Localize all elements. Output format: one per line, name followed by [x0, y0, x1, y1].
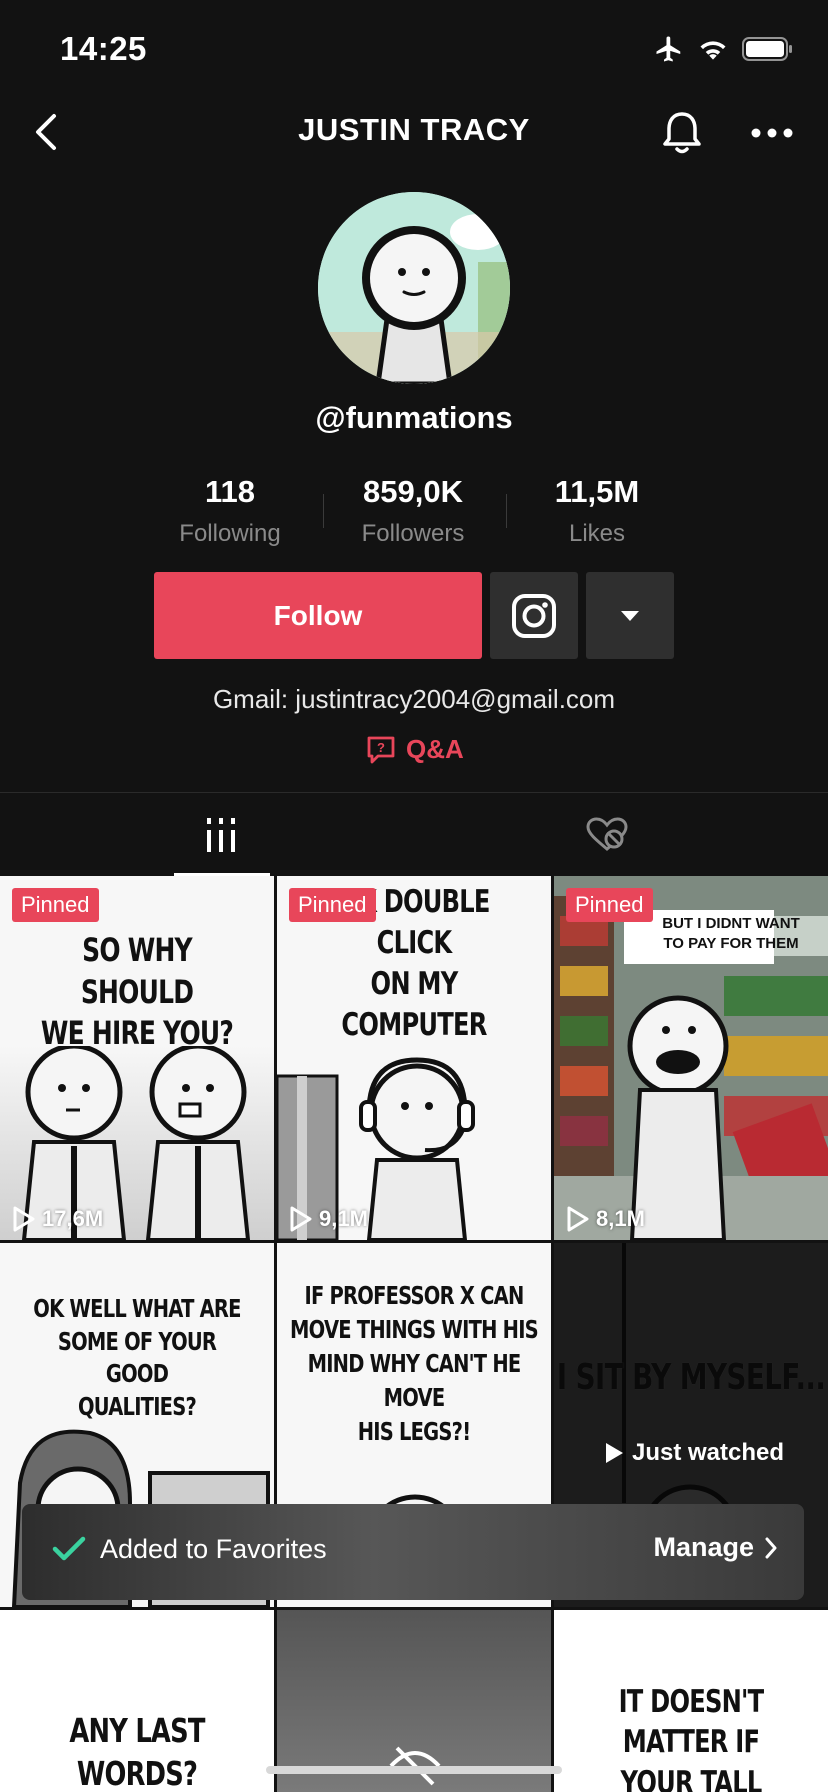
- stat-likes[interactable]: 11,5M Likes: [507, 474, 687, 548]
- video-caption: I SIT BY MYSELF...: [554, 1355, 828, 1402]
- toast-message: Added to Favorites: [100, 1534, 327, 1564]
- qa-icon: ?: [367, 736, 395, 763]
- tab-videos[interactable]: [14, 793, 428, 877]
- play-icon: [290, 1206, 312, 1232]
- username: @funmations: [315, 400, 513, 435]
- instagram-button[interactable]: [490, 572, 578, 659]
- status-icons: [654, 34, 794, 64]
- liked-hidden-icon: [586, 817, 628, 851]
- stat-value: 11,5M: [554, 474, 640, 509]
- caption-line: OK WELL WHAT ARE: [33, 1294, 241, 1323]
- view-count: 8,1M: [566, 1206, 645, 1232]
- pinned-badge: Pinned: [289, 888, 376, 922]
- video-tile[interactable]: ANY LAST WORDS?: [0, 1610, 274, 1792]
- manage-button[interactable]: Manage: [653, 1532, 778, 1563]
- caption-line: IF PROFESSOR X CAN: [304, 1281, 524, 1310]
- status-bar: 14:25: [0, 0, 828, 100]
- video-tile[interactable]: OK DOUBLE CLICK ON MY COMPUTER Pinned 9,…: [277, 876, 551, 1240]
- chevron-right-icon: [765, 1537, 777, 1558]
- caption-line: MOVE THINGS WITH HIS: [290, 1315, 539, 1344]
- view-count: 9,1M: [289, 1206, 368, 1232]
- airplane-icon: [656, 36, 681, 62]
- video-tile[interactable]: BUT I DIDNT WANT TO PAY FOR THEM Pinned …: [554, 876, 828, 1240]
- caption-line: YOUR TALL: [620, 1764, 762, 1792]
- caption-line: SOME OF YOUR GOOD: [57, 1326, 217, 1389]
- view-count-value: 9,1M: [319, 1206, 368, 1231]
- video-caption: IF PROFESSOR X CAN MOVE THINGS WITH HIS …: [288, 1279, 539, 1449]
- view-count: 17,6M: [12, 1206, 103, 1232]
- caption-line: IT DOESN'T: [618, 1684, 765, 1720]
- video-tile[interactable]: IT DOESN'T MATTER IF YOUR TALL: [554, 1610, 828, 1792]
- caret-down-icon: [621, 610, 639, 621]
- caption-line: CLICK: [376, 924, 453, 961]
- bio: Gmail: justintracy2004@gmail.com: [212, 684, 616, 714]
- qa-label: Q&A: [406, 734, 464, 764]
- caption-line: SO WHY SHOULD: [80, 931, 194, 1011]
- tab-liked[interactable]: [400, 793, 814, 877]
- stat-value: 118: [204, 474, 255, 509]
- follow-button[interactable]: Follow: [154, 572, 482, 659]
- caption-line: WORDS?: [76, 1753, 198, 1792]
- notification-bell-button[interactable]: [660, 108, 708, 158]
- video-tile[interactable]: [277, 1610, 551, 1792]
- stat-label: Following: [179, 520, 281, 547]
- instagram-icon: [512, 593, 556, 638]
- qa-link[interactable]: ? Q&A: [366, 734, 464, 765]
- caption-line: TO PAY FOR THEM: [663, 934, 799, 952]
- play-icon: [567, 1206, 589, 1232]
- caption-line: QUALITIES?: [77, 1391, 197, 1421]
- video-caption: ANY LAST WORDS?: [30, 1710, 244, 1792]
- stat-label: Likes: [568, 520, 626, 547]
- stat-followers[interactable]: 859,0K Followers: [323, 474, 503, 548]
- manage-label: Manage: [653, 1532, 754, 1562]
- video-caption: IT DOESN'T MATTER IF YOUR TALL: [584, 1682, 798, 1792]
- view-count-value: 17,6M: [42, 1206, 104, 1231]
- just-watched-label: Just watched: [604, 1439, 784, 1467]
- caption-line: MATTER IF: [622, 1724, 760, 1761]
- status-time: 14:25: [60, 30, 147, 67]
- hidden-video-icon: [389, 1746, 441, 1786]
- stat-label: Followers: [361, 520, 465, 547]
- pinned-badge: Pinned: [12, 888, 99, 922]
- stat-following[interactable]: 118 Following: [140, 474, 320, 548]
- wifi-icon: [700, 41, 726, 60]
- just-watched-text: Just watched: [632, 1439, 785, 1466]
- caption-line: ANY LAST: [69, 1711, 205, 1750]
- suggested-accounts-button[interactable]: [586, 572, 674, 659]
- videos-grid-icon: [207, 818, 235, 852]
- caption-line: COMPUTER: [341, 1006, 487, 1043]
- video-tile[interactable]: SO WHY SHOULD WE HIRE YOU? Pinned 17,6M: [0, 876, 274, 1240]
- video-grid: SO WHY SHOULD WE HIRE YOU? Pinned 17,6M …: [0, 876, 828, 1792]
- profile-tabs: [0, 792, 828, 876]
- stat-value: 859,0K: [363, 474, 463, 509]
- caption-line: MIND WHY CAN'T HE MOVE: [307, 1349, 522, 1412]
- check-icon: [52, 1536, 86, 1561]
- favorites-toast: Added to Favorites Manage: [22, 1504, 804, 1600]
- avatar-illustration: [318, 192, 510, 384]
- view-count-value: 8,1M: [596, 1206, 645, 1231]
- more-icon: [751, 128, 793, 138]
- battery-icon: [742, 37, 792, 61]
- bell-icon: [663, 112, 701, 154]
- video-caption: OK WELL WHAT ARE SOME OF YOUR GOOD QUALI…: [30, 1293, 244, 1423]
- video-caption: SO WHY SHOULD WE HIRE YOU?: [30, 930, 244, 1055]
- caption-line: I SIT BY MYSELF...: [556, 1357, 826, 1398]
- play-icon: [606, 1443, 623, 1463]
- pinned-badge: Pinned: [566, 888, 653, 922]
- profile-stats: 118 Following 859,0K Followers 11,5M Lik…: [0, 474, 828, 548]
- home-indicator[interactable]: [266, 1766, 562, 1774]
- caption-line: ON MY: [370, 965, 459, 1002]
- play-icon: [13, 1206, 35, 1232]
- more-options-button[interactable]: [748, 118, 796, 148]
- caption-line: HIS LEGS?!: [357, 1417, 471, 1446]
- svg-text:?: ?: [377, 740, 385, 755]
- header: JUSTIN TRACY: [0, 100, 828, 164]
- avatar[interactable]: [318, 192, 510, 384]
